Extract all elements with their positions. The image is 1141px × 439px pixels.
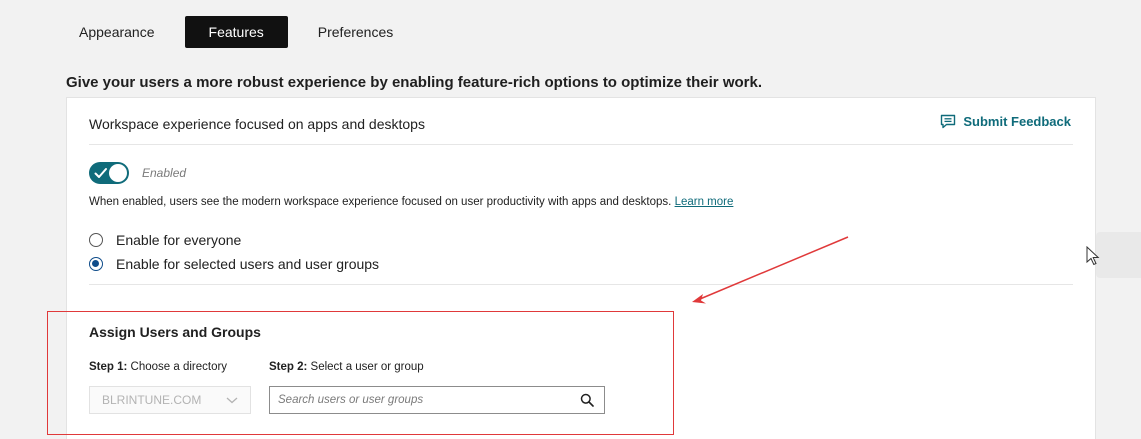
mouse-pointer-icon xyxy=(1086,246,1100,266)
settings-page: Appearance Features Preferences Give you… xyxy=(0,0,1141,439)
annotation-arrow xyxy=(692,236,849,304)
